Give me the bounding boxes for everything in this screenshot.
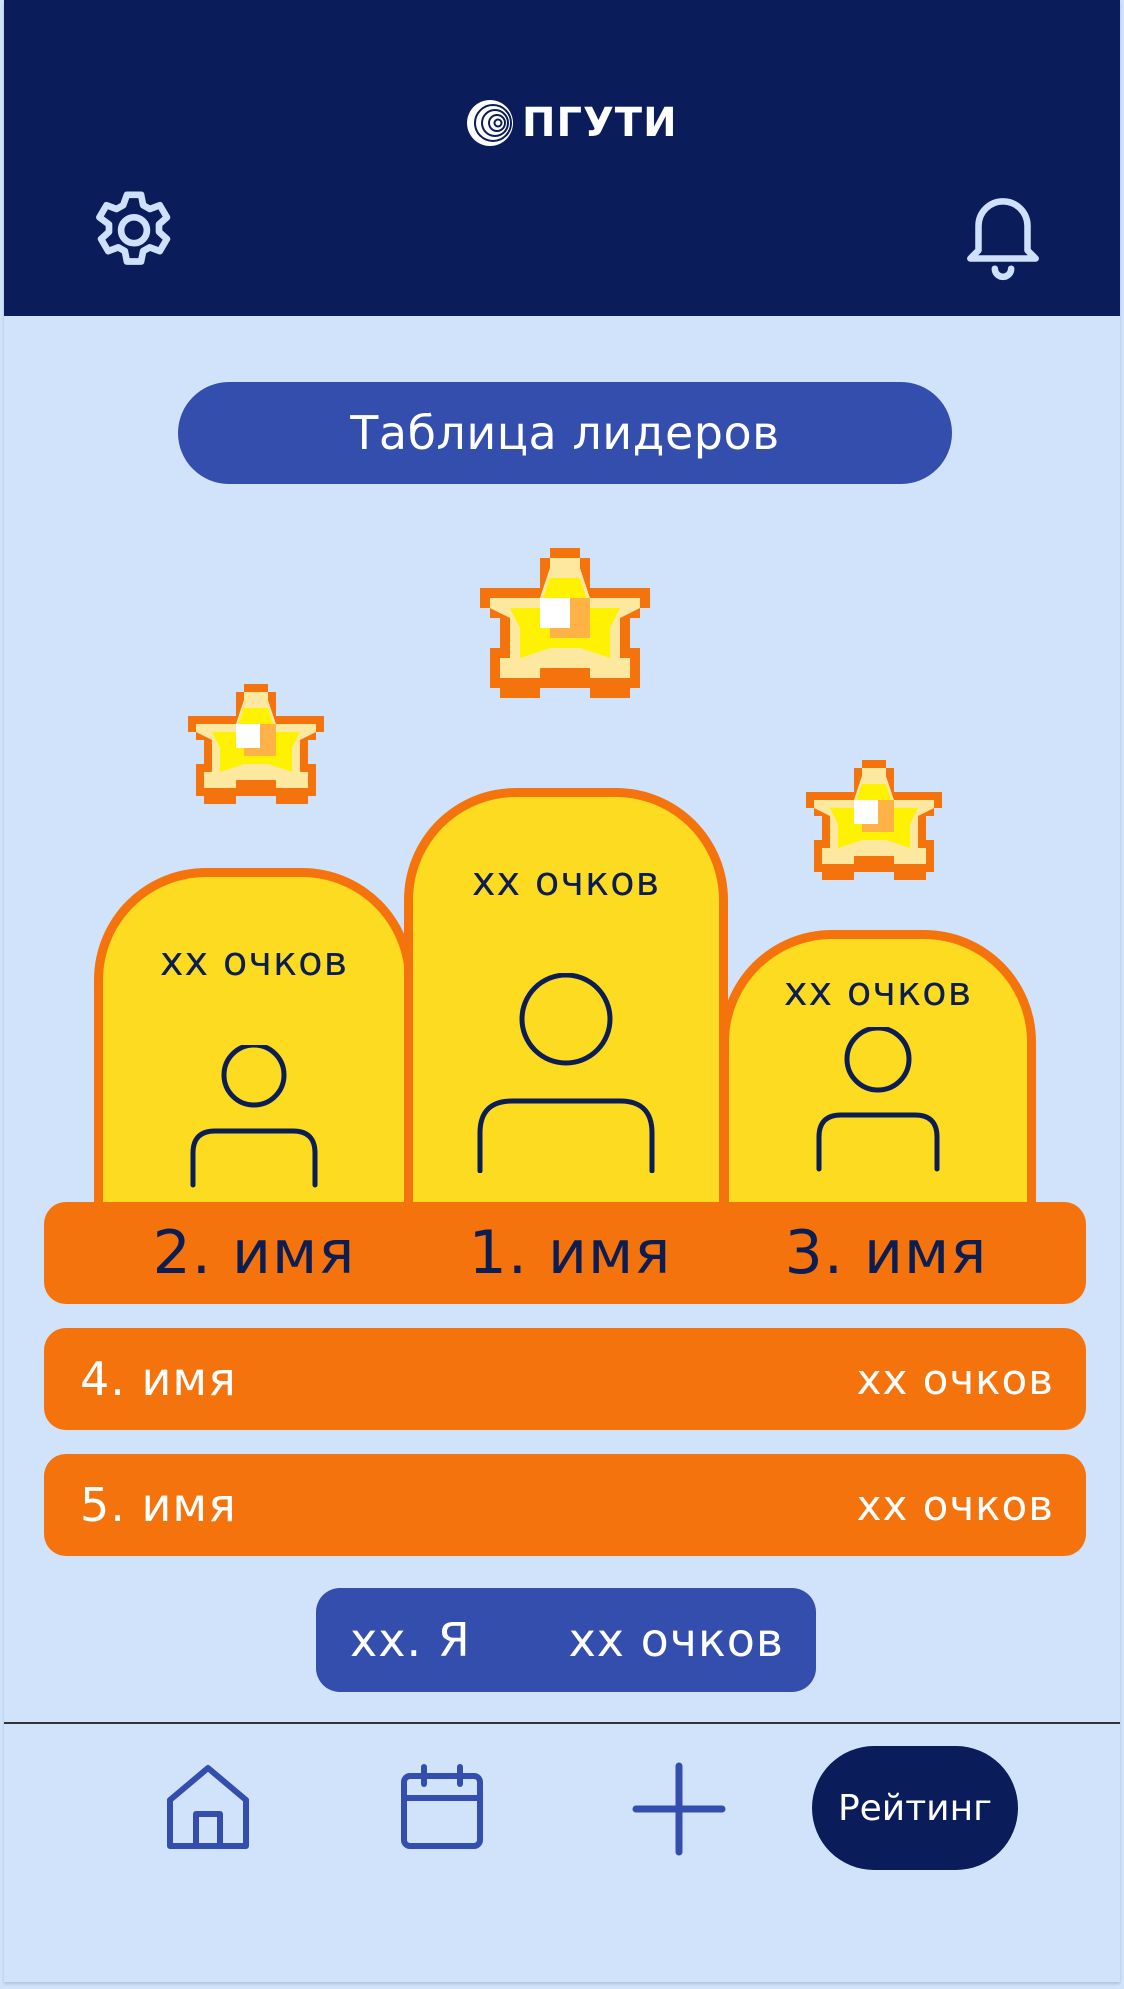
leaderboard-row[interactable]: 5. имя xx очков (44, 1454, 1086, 1556)
logo-mark-icon (467, 100, 513, 146)
second-place-name[interactable]: 2. имя (104, 1218, 404, 1288)
my-rank-score: xx очков (568, 1613, 784, 1667)
gear-icon[interactable] (84, 184, 184, 284)
my-rank-pill[interactable]: xx. Я xx очков (316, 1588, 816, 1692)
row-score: xx очков (856, 1354, 1054, 1404)
logo: ПГУТИ (466, 98, 678, 148)
podium-third: xx очков (720, 930, 1036, 1214)
leaderboard-row[interactable]: 4. имя xx очков (44, 1328, 1086, 1430)
header: ПГУТИ (4, 0, 1120, 316)
bell-icon[interactable] (954, 184, 1052, 284)
podium-second: xx очков (94, 868, 414, 1214)
calendar-icon[interactable] (400, 1764, 484, 1850)
user-icon (190, 1045, 318, 1188)
row-name: 4. имя (80, 1352, 237, 1406)
first-place-name[interactable]: 1. имя (420, 1218, 720, 1288)
logo-text: ПГУТИ (522, 100, 678, 146)
plus-icon[interactable] (632, 1762, 726, 1856)
podium-score: xx очков (159, 939, 349, 985)
star-icon (180, 684, 332, 836)
row-score: xx очков (856, 1480, 1054, 1530)
user-icon (477, 973, 655, 1173)
nav-divider (4, 1722, 1120, 1724)
app-screen: ПГУТИ Таблица лидеров xx очков xx очков … (4, 0, 1120, 1982)
row-name: 5. имя (80, 1478, 237, 1532)
podium-first: xx очков (404, 788, 728, 1214)
home-icon[interactable] (166, 1764, 250, 1850)
podium-score: xx очков (471, 859, 661, 905)
star-icon (798, 760, 950, 912)
leaderboard-title: Таблица лидеров (178, 382, 952, 484)
podium-score: xx очков (783, 969, 973, 1015)
nav-rating-button[interactable]: Рейтинг (812, 1746, 1018, 1870)
star-icon (470, 548, 660, 738)
user-icon (816, 1027, 940, 1172)
podium-names-bar: 2. имя 1. имя 3. имя (44, 1202, 1086, 1304)
my-rank-name: xx. Я (350, 1613, 471, 1667)
third-place-name[interactable]: 3. имя (736, 1218, 1036, 1288)
